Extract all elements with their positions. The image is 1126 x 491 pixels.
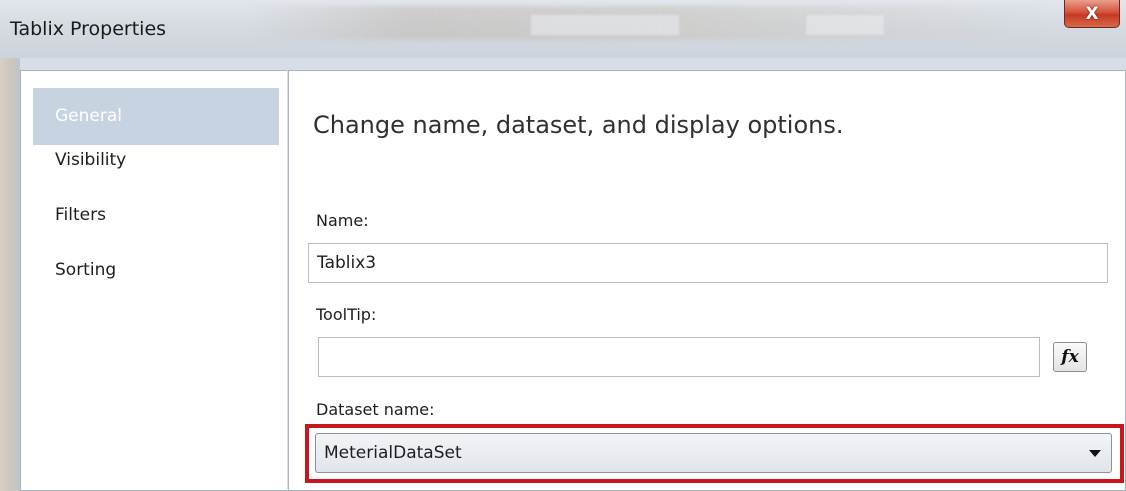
fx-icon: fx xyxy=(1061,347,1079,367)
background-toolbar-ghost xyxy=(530,14,680,36)
nav-item-sorting[interactable]: Sorting xyxy=(33,242,279,299)
nav-item-visibility[interactable]: Visibility xyxy=(33,132,279,189)
window-title: Tablix Properties xyxy=(10,18,167,40)
dataset-label: Dataset name: xyxy=(316,400,435,419)
close-button[interactable]: X xyxy=(1064,0,1120,28)
nav-panel: General Visibility Filters Sorting xyxy=(20,70,287,491)
tooltip-label: ToolTip: xyxy=(316,305,377,324)
dataset-select[interactable]: MeterialDataSet xyxy=(315,433,1112,473)
title-bar[interactable]: Tablix Properties X xyxy=(0,0,1126,58)
tooltip-input[interactable] xyxy=(318,337,1040,377)
nav-item-filters[interactable]: Filters xyxy=(33,187,279,244)
name-label: Name: xyxy=(316,211,369,230)
dialog-window: Tablix Properties X General Visibility F… xyxy=(0,0,1126,491)
window-left-edge xyxy=(0,58,20,491)
dataset-select-value: MeterialDataSet xyxy=(324,443,462,463)
chevron-down-icon[interactable] xyxy=(1089,450,1101,457)
close-icon: X xyxy=(1085,3,1099,24)
name-input[interactable]: Tablix3 xyxy=(308,243,1108,283)
expression-button[interactable]: fx xyxy=(1053,342,1087,372)
page-heading: Change name, dataset, and display option… xyxy=(313,111,844,139)
background-toolbar-ghost xyxy=(805,14,885,36)
